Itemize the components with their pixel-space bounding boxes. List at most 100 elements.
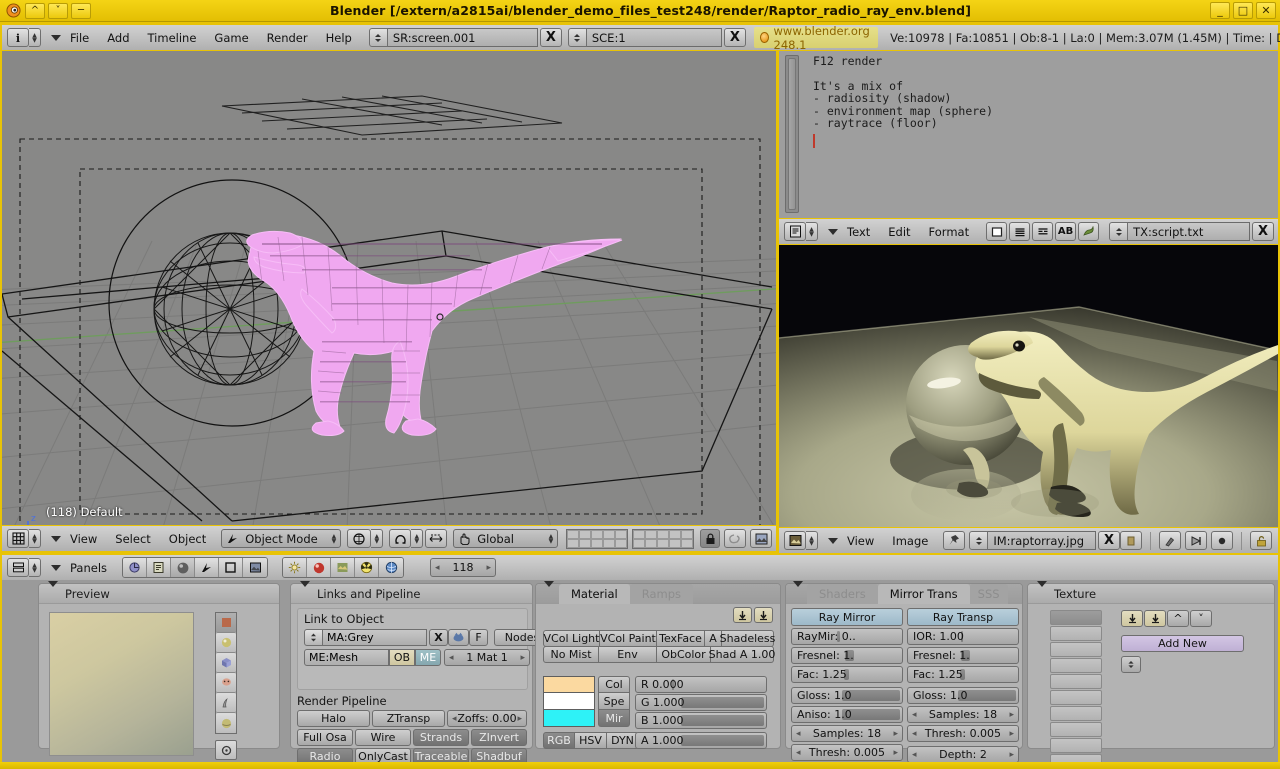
texture-slot-list[interactable] bbox=[1050, 610, 1102, 769]
image-menu-image[interactable]: Image bbox=[883, 529, 937, 553]
texture-slot[interactable] bbox=[1050, 690, 1102, 705]
scene-browse-icon[interactable] bbox=[568, 28, 587, 47]
raymir-slider[interactable]: RayMir: 0.. bbox=[791, 628, 903, 645]
frame-number-field[interactable]: ◂ 118 ▸ bbox=[430, 558, 496, 577]
uv-image-editor-icon[interactable] bbox=[784, 531, 806, 550]
image-delete-button[interactable]: X bbox=[1098, 531, 1120, 550]
text-menu-pulldown-icon[interactable] bbox=[828, 229, 838, 235]
text-editor-scrollbar[interactable] bbox=[785, 55, 799, 213]
scene-delete-button[interactable]: X bbox=[724, 28, 746, 47]
mirror-samples-field[interactable]: ◂Samples: 18▸ bbox=[791, 725, 903, 742]
3d-viewport[interactable]: z x y (118) Default bbox=[2, 51, 776, 525]
scene-icon[interactable] bbox=[243, 558, 267, 577]
run-script-icon[interactable] bbox=[1078, 222, 1099, 241]
monkey-preview-icon[interactable] bbox=[216, 673, 236, 693]
move-down-icon[interactable]: ˅ bbox=[1190, 610, 1212, 627]
lamp-icon[interactable] bbox=[283, 558, 307, 577]
ior-slider[interactable]: IOR: 1.00 bbox=[907, 628, 1019, 645]
move-up-icon[interactable]: ^ bbox=[1167, 610, 1189, 627]
mirror-thresh-field[interactable]: ◂Thresh: 0.005▸ bbox=[791, 744, 903, 761]
fake-user-icon[interactable] bbox=[448, 629, 469, 646]
shad-a-button[interactable]: Shad A 1.00 bbox=[711, 646, 774, 663]
screen-browse-icon[interactable] bbox=[369, 28, 388, 47]
ray-transp-toggle[interactable]: Ray Transp bbox=[907, 608, 1019, 626]
sphere-sky-preview-icon[interactable] bbox=[216, 713, 236, 733]
menu-panels[interactable]: Panels bbox=[61, 556, 116, 580]
texface-button[interactable]: TexFace bbox=[657, 630, 705, 647]
text-editor[interactable]: F12 render It's a mix of - radiosity (sh… bbox=[779, 51, 1278, 218]
swatch-spe[interactable] bbox=[543, 693, 595, 710]
texture-slot[interactable] bbox=[1050, 706, 1102, 721]
pivot-median-icon[interactable] bbox=[389, 529, 411, 548]
menu-file[interactable]: File bbox=[61, 26, 98, 50]
render-preview-icon[interactable] bbox=[750, 529, 772, 548]
viewport-editor-type-spinner[interactable]: ▲▼ bbox=[29, 529, 41, 548]
line-numbers-icon[interactable] bbox=[986, 222, 1007, 241]
copy-to-buffer-icon[interactable] bbox=[1121, 610, 1143, 627]
shading-spinner[interactable]: ▲▼ bbox=[371, 529, 383, 548]
texture-icon[interactable] bbox=[331, 558, 355, 577]
obcolor-button[interactable]: ObColor bbox=[657, 646, 711, 663]
tab-sss[interactable]: SSS bbox=[970, 584, 1008, 604]
shade-down-icon[interactable]: ˅ bbox=[48, 3, 68, 19]
tab-mirror-trans[interactable]: Mirror Trans bbox=[878, 584, 970, 604]
alpha-icon[interactable] bbox=[1185, 531, 1207, 550]
transp-gloss-slider[interactable]: Gloss: 1.0 bbox=[907, 687, 1019, 704]
layer-buttons[interactable] bbox=[566, 529, 694, 549]
material-index-field[interactable]: ◂ 1 Mat 1 ▸ bbox=[444, 649, 530, 666]
3d-view-icon[interactable] bbox=[7, 529, 29, 548]
pin-icon[interactable] bbox=[943, 531, 965, 550]
text-datablock-name[interactable]: TX:script.txt bbox=[1128, 222, 1250, 241]
syntax-highlight-icon[interactable] bbox=[1032, 222, 1053, 241]
mirror-gloss-slider[interactable]: Gloss: 1.0 bbox=[791, 687, 903, 704]
me-link-button[interactable]: ME bbox=[415, 649, 441, 666]
mirror-fresnel-slider[interactable]: Fresnel: 1. bbox=[791, 647, 903, 664]
texture-slot[interactable] bbox=[1050, 626, 1102, 641]
cube-preview-icon[interactable] bbox=[216, 653, 236, 673]
minimize-icon[interactable]: _ bbox=[1210, 2, 1230, 19]
texture-slot[interactable] bbox=[1050, 610, 1102, 625]
viewport-menu-pulldown-icon[interactable] bbox=[51, 536, 61, 542]
panel-collapse-icon[interactable] bbox=[544, 587, 554, 601]
menu-render[interactable]: Render bbox=[258, 26, 317, 50]
vcol-paint-button[interactable]: VCol Paint bbox=[600, 630, 657, 647]
browse-texture-icon[interactable] bbox=[1121, 656, 1141, 673]
viewport-menu-select[interactable]: Select bbox=[106, 527, 159, 551]
image-editor-type-spinner[interactable]: ▲▼ bbox=[806, 531, 818, 550]
aniso-slider[interactable]: Aniso: 1.0 bbox=[791, 706, 903, 723]
logic-icon[interactable] bbox=[123, 558, 147, 577]
buttons-window-icon[interactable] bbox=[7, 558, 29, 577]
plane-preview-icon[interactable] bbox=[216, 613, 236, 633]
mesh-name-field[interactable]: ME:Mesh bbox=[304, 649, 389, 666]
panel-shaders-header[interactable]: Shaders Mirror Trans SSS bbox=[786, 584, 1022, 604]
hsv-mode-button[interactable]: HSV bbox=[575, 732, 607, 749]
panel-texture-header[interactable]: Texture bbox=[1028, 584, 1274, 604]
script-icon[interactable] bbox=[147, 558, 171, 577]
transp-fresnel-slider[interactable]: Fresnel: 1. bbox=[907, 647, 1019, 664]
text-menu-text[interactable]: Text bbox=[838, 220, 879, 244]
full-osa-button[interactable]: Full Osa bbox=[297, 729, 353, 746]
rgb-mode-button[interactable]: RGB bbox=[543, 732, 575, 749]
mirror-fac-slider[interactable]: Fac: 1.25 bbox=[791, 666, 903, 683]
add-new-texture-button[interactable]: Add New bbox=[1121, 635, 1244, 652]
channel-mir-button[interactable]: Mir bbox=[598, 710, 630, 727]
slider-g[interactable]: G 1.000 bbox=[635, 694, 767, 711]
text-delete-button[interactable]: X bbox=[1252, 222, 1274, 241]
color-swatch-stack[interactable] bbox=[543, 676, 595, 727]
channel-col-button[interactable]: Col bbox=[598, 676, 630, 693]
panel-collapse-icon[interactable] bbox=[1037, 587, 1047, 601]
menu-timeline[interactable]: Timeline bbox=[139, 26, 206, 50]
reload-icon[interactable] bbox=[1120, 531, 1142, 550]
zoffs-field[interactable]: ◂ Zoffs: 0.00 ▸ bbox=[447, 710, 527, 727]
ray-mirror-toggle[interactable]: Ray Mirror bbox=[791, 608, 903, 626]
fake-user-f-button[interactable]: F bbox=[469, 629, 488, 646]
info-editor-icon[interactable]: i bbox=[7, 28, 29, 47]
image-menu-view[interactable]: View bbox=[838, 529, 883, 553]
slider-a[interactable]: A 1.000 bbox=[635, 732, 767, 749]
material-browse-icon[interactable] bbox=[304, 629, 323, 646]
swatch-col[interactable] bbox=[543, 676, 595, 693]
texture-slot[interactable] bbox=[1050, 722, 1102, 737]
editing-icon[interactable] bbox=[219, 558, 243, 577]
object-mode-selector[interactable]: Object Mode ▲▼ bbox=[221, 529, 341, 548]
lock-icon[interactable] bbox=[700, 529, 720, 548]
